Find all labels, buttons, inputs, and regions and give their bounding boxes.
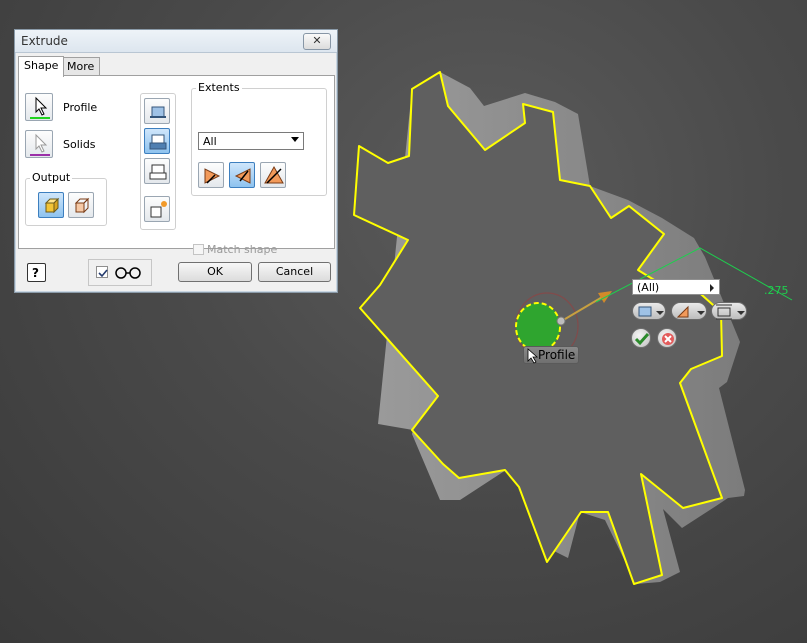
- cursor-icon: [30, 96, 50, 119]
- tab-more[interactable]: More: [61, 57, 101, 76]
- preview-group: [88, 259, 152, 286]
- checkmark-icon: [634, 333, 650, 346]
- extents-icon: [716, 304, 745, 320]
- close-button[interactable]: ✕: [303, 33, 331, 50]
- apply-button[interactable]: [631, 328, 651, 348]
- surface-icon: [74, 197, 90, 214]
- glasses-icon: [115, 267, 141, 279]
- profile-select-button[interactable]: [25, 93, 53, 121]
- distance-dimension[interactable]: .275: [764, 284, 789, 297]
- direction-1-button[interactable]: [198, 162, 224, 188]
- direction-icon: [676, 305, 705, 318]
- help-icon: ?: [32, 266, 39, 280]
- match-shape-label: Match shape: [207, 243, 278, 256]
- mini-dropdown-value: (All): [637, 281, 660, 294]
- checkmark-icon: [98, 269, 108, 278]
- dialog-title: Extrude: [21, 34, 68, 48]
- new-solid-icon: [150, 201, 167, 218]
- extents-legend: Extents: [196, 81, 242, 94]
- surface-output-button[interactable]: [68, 192, 94, 218]
- dialog-titlebar[interactable]: Extrude ✕: [15, 30, 337, 53]
- profile-circle[interactable]: [515, 302, 561, 352]
- chevron-down-icon: [291, 137, 299, 142]
- preview-checkbox[interactable]: [96, 266, 108, 278]
- profile-tag-label: Profile: [538, 348, 576, 362]
- cursor-icon: [527, 348, 538, 364]
- match-shape-checkbox[interactable]: [193, 244, 204, 255]
- close-icon: [662, 333, 674, 345]
- cancel-button[interactable]: Cancel: [258, 262, 331, 282]
- extents-dropdown[interactable]: All: [198, 132, 304, 150]
- symmetric-icon: [264, 165, 284, 184]
- join-icon: [150, 106, 166, 118]
- cut-icon: [149, 134, 167, 150]
- solid-icon: [44, 197, 60, 214]
- solid-output-button[interactable]: [38, 192, 64, 218]
- operation-group: [140, 93, 176, 230]
- extrude-dialog: Extrude ✕ Shape More Profile Solids Outp…: [14, 29, 338, 293]
- join-button[interactable]: [144, 98, 170, 124]
- direction-flipped-icon: [234, 168, 251, 184]
- cancel-mini-button[interactable]: [657, 328, 677, 348]
- tab-shape[interactable]: Shape: [18, 56, 65, 77]
- help-button[interactable]: ?: [27, 263, 46, 282]
- output-group: Output: [25, 171, 107, 226]
- cursor-icon: [30, 133, 50, 156]
- extents-mini-dropdown[interactable]: (All): [632, 279, 720, 295]
- profile-selection-tag[interactable]: Profile: [523, 346, 579, 364]
- submenu-arrow-icon: [710, 284, 714, 292]
- cut-button[interactable]: [144, 128, 170, 154]
- intersect-button[interactable]: [144, 158, 170, 184]
- direction-2-button[interactable]: [229, 162, 255, 188]
- shape-panel: Profile Solids Output Extents All Match …: [18, 75, 335, 256]
- join-icon: [638, 306, 664, 317]
- solids-select-button[interactable]: [25, 130, 53, 158]
- mini-extents-button[interactable]: [711, 302, 747, 320]
- intersect-icon: [149, 164, 167, 180]
- new-solid-button[interactable]: [144, 196, 170, 222]
- solids-label: Solids: [63, 138, 96, 151]
- extents-dropdown-value: All: [203, 135, 217, 148]
- manipulator-handle[interactable]: [556, 316, 566, 326]
- mini-operation-button[interactable]: [632, 302, 666, 320]
- ok-button[interactable]: OK: [178, 262, 252, 282]
- profile-label: Profile: [63, 101, 98, 114]
- output-legend: Output: [30, 171, 73, 184]
- symmetric-button[interactable]: [260, 162, 286, 188]
- direction-default-icon: [204, 168, 221, 184]
- mini-direction-button[interactable]: [671, 302, 707, 320]
